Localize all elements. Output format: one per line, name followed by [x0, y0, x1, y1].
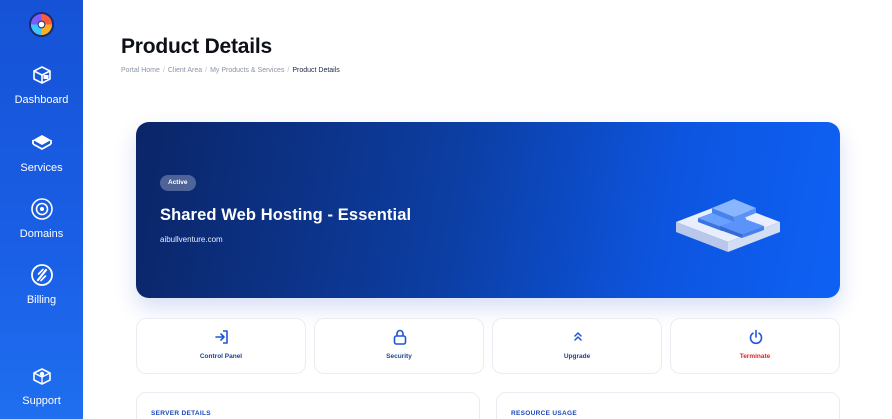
- product-hero-card: Active Shared Web Hosting - Essential ai…: [136, 122, 840, 298]
- billing-icon: [30, 264, 53, 286]
- brand-logo[interactable]: [28, 11, 55, 38]
- domains-icon: [30, 198, 53, 220]
- terminate-button[interactable]: Terminate: [670, 318, 840, 374]
- breadcrumb-portal-home[interactable]: Portal Home: [121, 67, 160, 74]
- sidebar-item-dashboard[interactable]: Dashboard: [0, 62, 83, 106]
- status-badge: Active: [160, 175, 196, 191]
- sidebar-item-label: Support: [22, 395, 61, 407]
- breadcrumb-separator: /: [162, 67, 165, 74]
- sidebar-item-domains[interactable]: Domains: [0, 196, 83, 240]
- main-content: Product Details Portal Home / Client Are…: [83, 0, 892, 419]
- server-details-panel: SERVER DETAILS: [136, 392, 480, 419]
- breadcrumb-separator: /: [287, 67, 290, 74]
- action-label: Terminate: [739, 353, 771, 360]
- resource-usage-panel: RESOURCE USAGE: [496, 392, 840, 419]
- breadcrumb-separator: /: [205, 67, 208, 74]
- control-panel-button[interactable]: Control Panel: [136, 318, 306, 374]
- chevrons-up-icon: [574, 332, 582, 341]
- breadcrumb-current: Product Details: [292, 67, 340, 74]
- dashboard-icon: [32, 66, 51, 84]
- sidebar: Dashboard Services Domains Billing Suppo…: [0, 0, 83, 419]
- upgrade-button[interactable]: Upgrade: [492, 318, 662, 374]
- action-label: Control Panel: [199, 353, 243, 360]
- action-label: Upgrade: [563, 353, 591, 360]
- product-name: Shared Web Hosting - Essential: [160, 206, 412, 224]
- sidebar-item-label: Billing: [26, 294, 57, 306]
- product-domain: aibullventure.com: [160, 235, 223, 244]
- resource-usage-title: RESOURCE USAGE: [511, 410, 577, 417]
- services-icon: [31, 135, 52, 150]
- support-icon: [32, 368, 51, 385]
- app: Dashboard Services Domains Billing Suppo…: [0, 0, 892, 419]
- sidebar-item-support[interactable]: Support: [0, 363, 83, 407]
- breadcrumb-client-area[interactable]: Client Area: [168, 67, 202, 74]
- server-stack-illustration-icon: [676, 199, 780, 252]
- logo-icon: [28, 11, 55, 38]
- breadcrumb-my-products[interactable]: My Products & Services: [210, 67, 284, 74]
- power-icon: [749, 329, 763, 345]
- sidebar-item-services[interactable]: Services: [0, 130, 83, 174]
- lock-icon: [393, 329, 407, 345]
- security-button[interactable]: Security: [314, 318, 484, 374]
- sidebar-item-label: Domains: [19, 228, 64, 240]
- breadcrumb: Portal Home / Client Area / My Products …: [121, 67, 340, 74]
- sidebar-item-label: Dashboard: [14, 94, 69, 106]
- login-icon: [215, 330, 228, 344]
- sidebar-item-label: Services: [20, 162, 63, 174]
- action-label: Security: [386, 353, 412, 360]
- page-title: Product Details: [121, 35, 273, 58]
- sidebar-item-billing[interactable]: Billing: [0, 262, 83, 306]
- server-details-title: SERVER DETAILS: [151, 410, 211, 417]
